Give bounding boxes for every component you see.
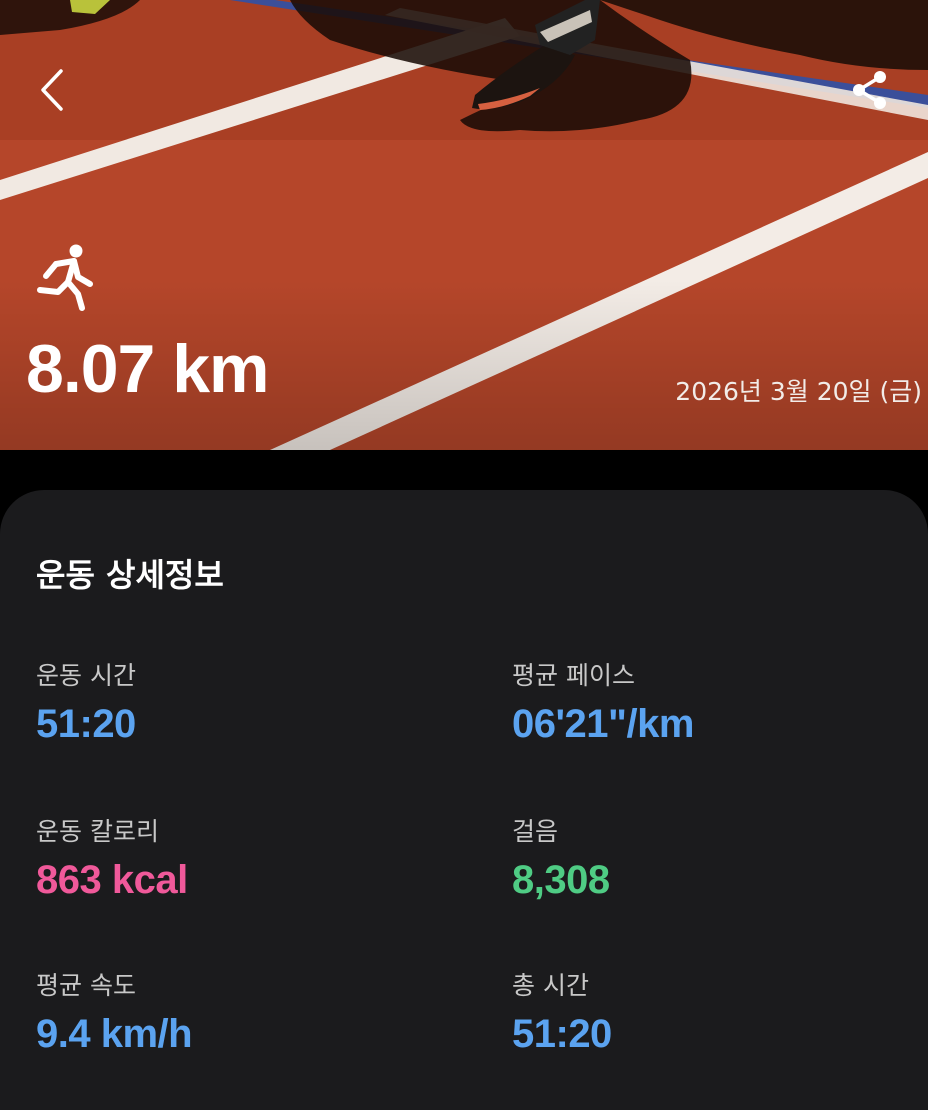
stat-total-time: 총 시간 51:20 — [512, 966, 612, 1057]
stat-value: 9.4 km/h — [36, 1012, 193, 1056]
running-icon — [37, 244, 93, 311]
stat-value: 51:20 — [36, 702, 136, 746]
workout-hero-image: 8.07 km 2026년 3월 20일 (금) — [0, 0, 928, 450]
stat-label: 평균 속도 — [36, 971, 136, 1000]
stat-workout-time: 운동 시간 51:20 — [36, 656, 136, 747]
stat-label: 운동 시간 — [36, 661, 136, 690]
workout-date: 2026년 3월 20일 (금) — [675, 377, 922, 406]
share-icon — [853, 71, 886, 109]
stat-average-pace: 평균 페이스 06'21"/km — [512, 656, 694, 747]
stat-average-speed: 평균 속도 9.4 km/h — [36, 966, 193, 1057]
stat-label: 총 시간 — [512, 971, 589, 1000]
back-button[interactable] — [28, 62, 76, 118]
stat-steps: 걸음 8,308 — [512, 812, 610, 903]
stat-value: 51:20 — [512, 1012, 612, 1056]
chevron-left-icon — [41, 69, 63, 111]
workout-distance: 8.07 km — [26, 331, 270, 407]
stat-value: 8,308 — [512, 858, 610, 902]
stat-value: 863 kcal — [36, 858, 188, 902]
section-title: 운동 상세정보 — [36, 556, 224, 594]
stat-value: 06'21"/km — [512, 702, 694, 746]
share-button[interactable] — [846, 64, 894, 116]
stat-calories: 운동 칼로리 863 kcal — [36, 812, 188, 903]
stat-label: 평균 페이스 — [512, 661, 635, 690]
stat-label: 운동 칼로리 — [36, 817, 159, 846]
stat-label: 걸음 — [512, 817, 559, 846]
